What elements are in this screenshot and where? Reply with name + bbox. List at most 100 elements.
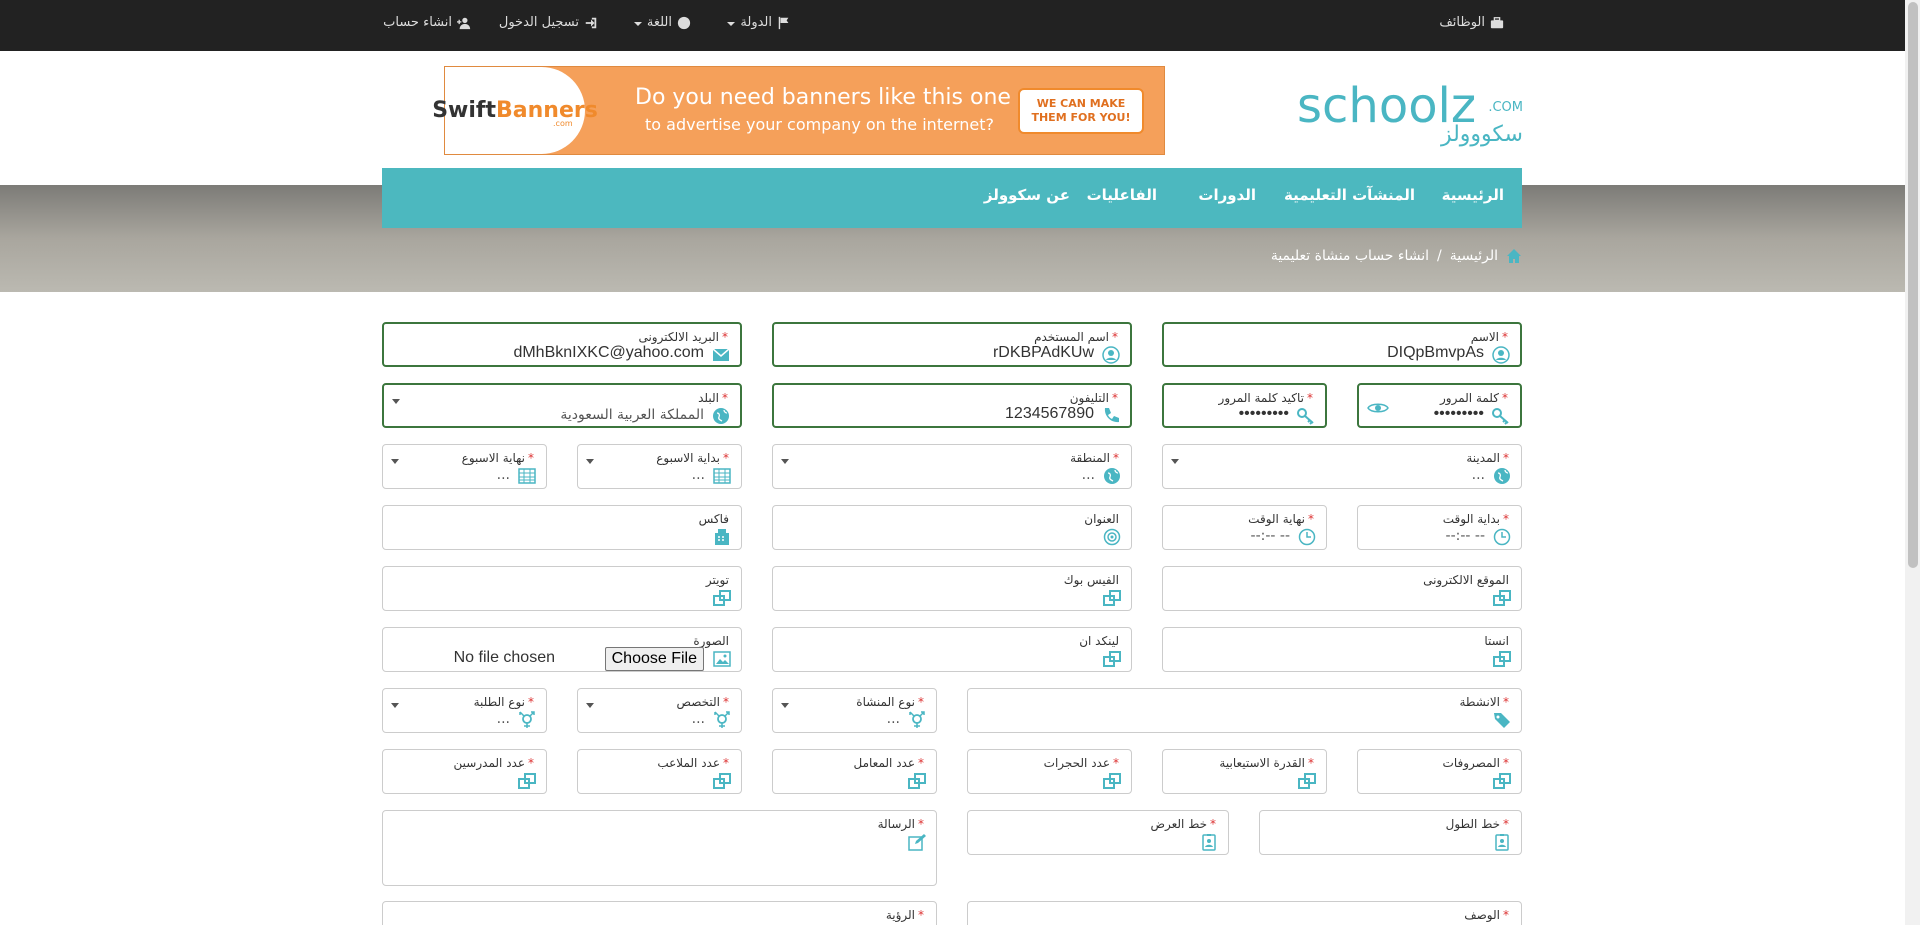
scrollbar-thumb[interactable] bbox=[1908, 2, 1918, 568]
globe-icon bbox=[713, 408, 729, 424]
user-plus-icon bbox=[457, 17, 471, 29]
labs-field[interactable]: *عدد المعامل bbox=[772, 749, 937, 794]
teachers-field[interactable]: *عدد المدرسين bbox=[382, 749, 547, 794]
twitter-field[interactable]: تويتر bbox=[382, 566, 742, 611]
globe-icon bbox=[1104, 468, 1120, 484]
confirm-password-label: تاكيد كلمة المرور bbox=[1218, 391, 1304, 405]
user-icon bbox=[1102, 346, 1120, 364]
ad-banner[interactable]: Swift Banners .com Do you need banners li… bbox=[432, 66, 1165, 155]
banner-brand-sub: .com bbox=[553, 119, 573, 128]
longitude-field[interactable]: *خط الطول bbox=[1259, 810, 1522, 855]
capacity-field[interactable]: *القدرة الاستيعابية bbox=[1162, 749, 1327, 794]
fax-field[interactable]: فاكس bbox=[382, 505, 742, 550]
rooms-label: عدد الحجرات bbox=[1043, 756, 1110, 770]
chevron-down-icon bbox=[727, 21, 736, 26]
time-end-field[interactable]: *نهاية الوقت --:-- -- bbox=[1162, 505, 1327, 550]
description-textarea[interactable]: *الوصف bbox=[967, 901, 1522, 925]
breadcrumb-home[interactable]: الرئيسية bbox=[1450, 248, 1498, 264]
linkedin-field[interactable]: لينكد ان bbox=[772, 627, 1132, 672]
globe-icon bbox=[1494, 468, 1510, 484]
phone-field[interactable]: *التليفون 1234567890 bbox=[772, 383, 1132, 428]
nav-events[interactable]: الفاعليات bbox=[1087, 186, 1157, 204]
password-field[interactable]: *كلمة المرور ••••••••• bbox=[1357, 383, 1522, 428]
link-icon bbox=[713, 590, 731, 606]
rooms-field[interactable]: *عدد الحجرات bbox=[967, 749, 1132, 794]
week-end-label: نهاية الاسبوع bbox=[461, 451, 525, 465]
website-field[interactable]: الموقع الالكترونى bbox=[1162, 566, 1522, 611]
id-badge-icon bbox=[1495, 834, 1509, 851]
banner-cta: WE CAN MAKE THEM FOR YOU! bbox=[1018, 88, 1144, 134]
link-icon bbox=[908, 773, 926, 789]
nav-about[interactable]: عن سكوولز bbox=[984, 186, 1070, 204]
address-label: العنوان bbox=[1084, 512, 1119, 526]
nav-home[interactable]: الرئيسية bbox=[1442, 186, 1504, 204]
globe-icon bbox=[677, 16, 691, 29]
jobs-link[interactable]: الوظائف bbox=[1439, 15, 1504, 30]
specialization-select[interactable]: *التخصص ... bbox=[577, 688, 742, 733]
vision-textarea[interactable]: *الرؤية bbox=[382, 901, 937, 925]
jobs-label: الوظائف bbox=[1439, 15, 1485, 30]
region-select[interactable]: *المنطقة ... bbox=[772, 444, 1132, 489]
time-start-field[interactable]: *بداية الوقت --:-- -- bbox=[1357, 505, 1522, 550]
week-start-value: ... bbox=[691, 467, 705, 483]
image-label: الصورة bbox=[693, 634, 729, 648]
teachers-label: عدد المدرسين bbox=[453, 756, 525, 770]
confirm-password-field[interactable]: *تاكيد كلمة المرور ••••••••• bbox=[1162, 383, 1327, 428]
activities-select[interactable]: *الانشطة bbox=[967, 688, 1522, 733]
latitude-label: خط العرض bbox=[1150, 817, 1207, 831]
message-textarea[interactable]: *الرسالة bbox=[382, 810, 937, 886]
email-field[interactable]: *البريد الالكترونى dMhBknIXKC@yahoo.com bbox=[382, 322, 742, 367]
facebook-field[interactable]: الفيس بوك bbox=[772, 566, 1132, 611]
country-dropdown[interactable]: الدولة bbox=[727, 15, 791, 30]
choose-file-button[interactable]: Choose File bbox=[604, 647, 704, 671]
instagram-field[interactable]: انستا bbox=[1162, 627, 1522, 672]
link-icon bbox=[1493, 773, 1511, 789]
fields-label: عدد الملاعب bbox=[657, 756, 720, 770]
week-end-select[interactable]: *نهاية الاسبوع ... bbox=[382, 444, 547, 489]
fields-field[interactable]: *عدد الملاعب bbox=[577, 749, 742, 794]
password-value: ••••••••• bbox=[1433, 405, 1484, 422]
nav-courses[interactable]: الدورات bbox=[1198, 186, 1256, 204]
chevron-down-icon bbox=[586, 703, 594, 708]
students-type-select[interactable]: *نوع الطلبة ... bbox=[382, 688, 547, 733]
image-upload-field: الصورة Choose File No file chosen bbox=[382, 627, 742, 672]
email-value: dMhBknIXKC@yahoo.com bbox=[513, 344, 704, 361]
site-logo[interactable]: schoolz .COM سكووولز bbox=[1297, 78, 1523, 148]
phone-icon bbox=[1104, 408, 1119, 423]
address-field[interactable]: العنوان bbox=[772, 505, 1132, 550]
nav-institutions[interactable]: المنشآت التعليمية bbox=[1284, 186, 1415, 204]
tags-icon bbox=[1494, 713, 1510, 728]
signup-link[interactable]: انشاء حساب bbox=[383, 15, 471, 30]
signup-label: انشاء حساب bbox=[383, 15, 452, 30]
city-label: المدينة bbox=[1466, 451, 1500, 465]
region-label: المنطقة bbox=[1070, 451, 1110, 465]
expenses-field[interactable]: *المصروفات bbox=[1357, 749, 1522, 794]
eye-icon[interactable] bbox=[1367, 401, 1389, 415]
username-field[interactable]: *اسم المستخدم rDKBPAdKUw bbox=[772, 322, 1132, 367]
instagram-label: انستا bbox=[1484, 634, 1509, 648]
logo-text-ar: سكووولز bbox=[1440, 122, 1523, 147]
briefcase-icon bbox=[1490, 16, 1504, 28]
username-label: اسم المستخدم bbox=[1034, 330, 1109, 344]
link-icon bbox=[518, 773, 536, 789]
name-field[interactable]: *الاسم DIQpBmvpAs bbox=[1162, 322, 1522, 367]
login-label: تسجيل الدخول bbox=[498, 15, 579, 30]
gender-icon bbox=[519, 711, 535, 728]
week-start-select[interactable]: *بداية الاسبوع ... bbox=[577, 444, 742, 489]
website-label: الموقع الالكترونى bbox=[1423, 573, 1509, 587]
login-link[interactable]: تسجيل الدخول bbox=[499, 15, 598, 30]
country-select[interactable]: *البلد المملكة العربية السعودية bbox=[382, 383, 742, 428]
longitude-label: خط الطول bbox=[1445, 817, 1500, 831]
language-dropdown[interactable]: اللغة bbox=[633, 15, 691, 30]
sign-in-icon bbox=[585, 17, 597, 28]
home-icon bbox=[1507, 249, 1521, 263]
fax-label: فاكس bbox=[698, 512, 729, 526]
link-icon bbox=[1103, 651, 1121, 667]
chevron-down-icon bbox=[586, 459, 594, 464]
city-select[interactable]: *المدينة ... bbox=[1162, 444, 1522, 489]
envelope-icon bbox=[712, 348, 730, 361]
institution-type-select[interactable]: *نوع المنشاة ... bbox=[772, 688, 937, 733]
latitude-field[interactable]: *خط العرض bbox=[967, 810, 1229, 855]
week-end-value: ... bbox=[496, 467, 510, 483]
institution-type-label: نوع المنشاة bbox=[856, 695, 915, 709]
